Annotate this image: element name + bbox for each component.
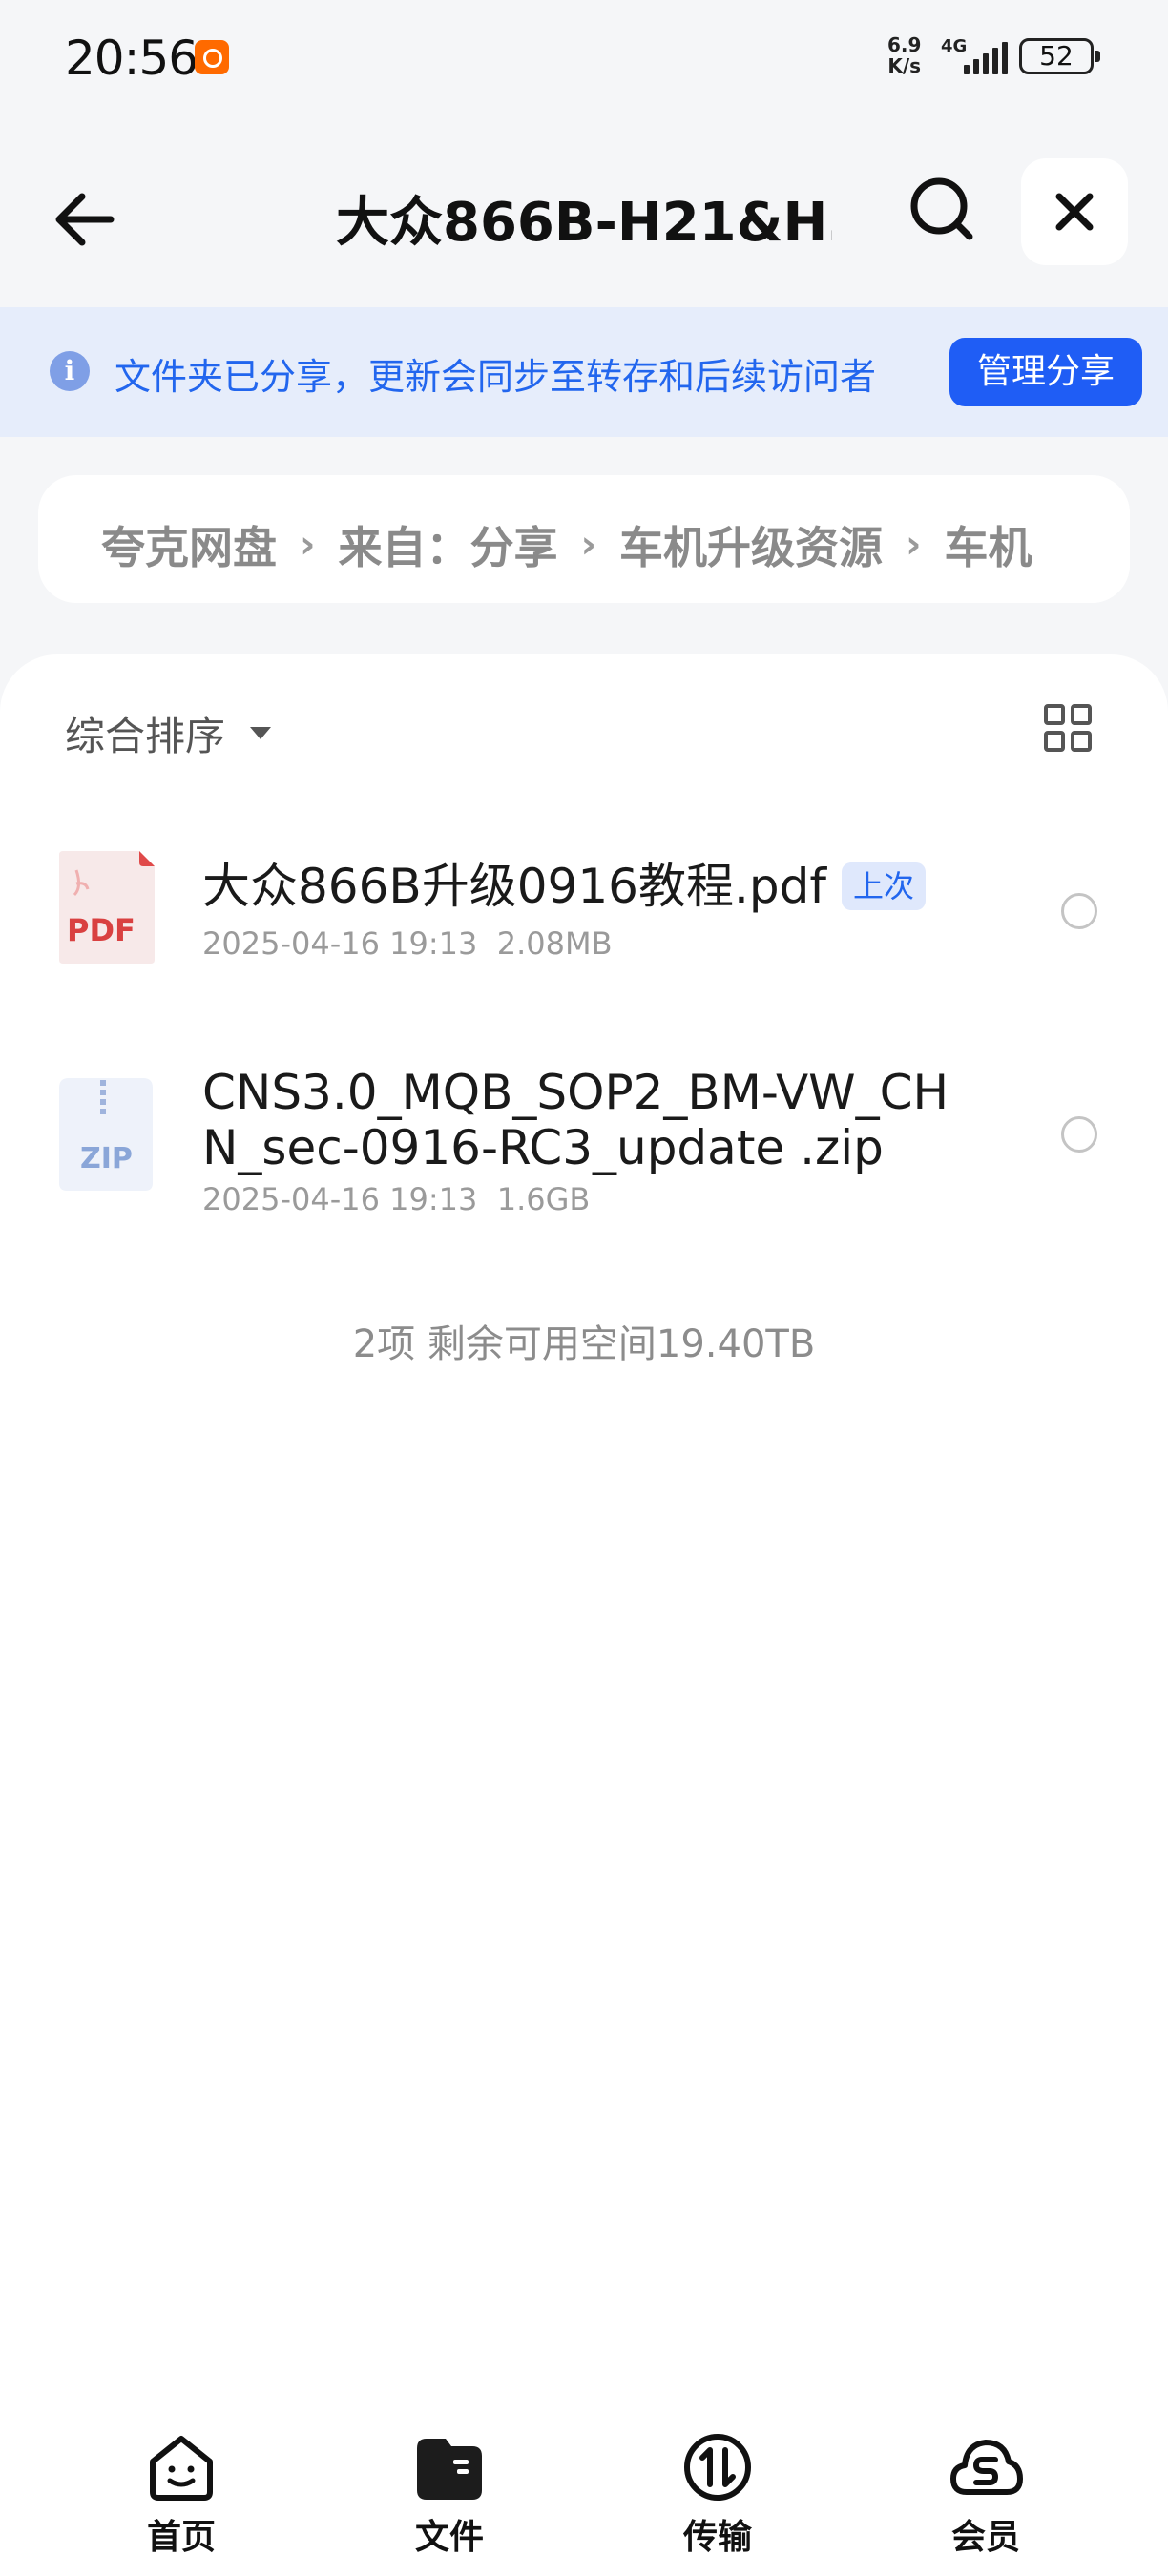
battery-level: 52 (1039, 40, 1074, 72)
file-size: 2.08MB (496, 925, 613, 962)
network-speed-unit: K/s (887, 54, 922, 77)
nav-label-home: 首页 (146, 2518, 216, 2557)
breadcrumb: 夸克网盘 › 来自：分享 › 车机升级资源 › 车机 (38, 475, 1130, 603)
file-name-text: 大众866B升级0916教程.pdf (202, 859, 826, 914)
file-meta: 2025-04-16 19:13 1.6GB (202, 1181, 590, 1217)
manage-share-button[interactable]: 管理分享 (949, 338, 1142, 406)
close-icon (1055, 193, 1094, 231)
share-banner-text: 文件夹已分享，更新会同步至转存和后续访问者 (115, 356, 877, 398)
breadcrumb-item-current[interactable]: 车机 (944, 513, 1032, 576)
search-icon (910, 177, 973, 240)
home-face-icon (150, 2436, 213, 2501)
select-checkbox[interactable] (1061, 893, 1097, 929)
grid-icon (1044, 704, 1065, 725)
sort-label: 综合排序 (65, 713, 226, 759)
app-notification-icon (195, 40, 229, 74)
file-date: 2025-04-16 19:13 (202, 1181, 478, 1217)
file-name: CNS3.0_MQB_SOP2_BM-VW_CH N_sec-0916-RC3_… (202, 1065, 949, 1175)
file-name-line2: N_sec-0916-RC3_update .zip (202, 1120, 884, 1175)
search-button[interactable] (905, 172, 981, 248)
share-banner: i 文件夹已分享，更新会同步至转存和后续访问者 管理分享 (0, 307, 1168, 437)
network-speed-value: 6.9 (887, 33, 922, 56)
nav-item-files[interactable]: 文件 (373, 2429, 526, 2559)
svg-text:ZIP: ZIP (80, 1142, 133, 1175)
signal-icon (964, 40, 1008, 74)
last-opened-badge: 上次 (841, 862, 926, 910)
file-name: 大众866B升级0916教程.pdf 上次 (202, 859, 926, 914)
nav-item-home[interactable]: 首页 (105, 2429, 258, 2559)
caret-down-icon (250, 727, 272, 739)
svg-text:PDF: PDF (67, 912, 136, 948)
file-list-panel: 综合排序 PDF 大众866B升级0916教程.pdf 上次 2025-04-16… (0, 654, 1168, 2576)
breadcrumb-fade (1044, 475, 1130, 603)
close-button[interactable] (1021, 158, 1128, 265)
nav-label-transfer: 传输 (682, 2518, 752, 2557)
back-button[interactable] (50, 181, 126, 258)
folder-icon (417, 2439, 482, 2500)
info-icon: i (50, 351, 90, 391)
breadcrumb-item-root[interactable]: 夸克网盘 (101, 513, 277, 576)
zip-file-icon: ZIP (59, 1078, 153, 1191)
status-time: 20:56 (65, 31, 198, 86)
nav-item-transfer[interactable]: 传输 (641, 2429, 794, 2559)
file-size: 1.6GB (496, 1181, 591, 1217)
network-speed: 6.9 K/s (887, 34, 921, 76)
arrow-left-icon (55, 193, 115, 246)
status-bar: 20:56 6.9 K/s 4G 52 (0, 0, 1168, 114)
nav-label-files: 文件 (414, 2518, 484, 2557)
page-title: 大众866B-H21&H… (336, 192, 832, 254)
cloud-member-icon (950, 2440, 1023, 2495)
header: 大众866B-H21&H… (0, 143, 1168, 277)
breadcrumb-item-share[interactable]: 来自：分享 (338, 513, 557, 576)
battery-icon: 52 (1019, 38, 1100, 74)
sort-dropdown[interactable]: 综合排序 (65, 704, 272, 762)
chevron-right-icon: › (580, 523, 596, 567)
pdf-file-icon: PDF (59, 851, 155, 964)
chevron-right-icon: › (905, 523, 922, 567)
nav-item-member[interactable]: 会员 (909, 2429, 1062, 2559)
file-name-line1: CNS3.0_MQB_SOP2_BM-VW_CH (202, 1065, 949, 1120)
bottom-nav: 首页 文件 传输 会员 (0, 2420, 1168, 2576)
select-checkbox[interactable] (1061, 1116, 1097, 1153)
grid-view-toggle[interactable] (1044, 704, 1092, 752)
chevron-right-icon: › (300, 523, 316, 567)
file-row[interactable]: ZIP CNS3.0_MQB_SOP2_BM-VW_CH N_sec-0916-… (0, 1065, 1168, 1275)
storage-summary: 2项 剩余可用空间19.40TB (352, 1322, 816, 1366)
file-row[interactable]: PDF 大众866B升级0916教程.pdf 上次 2025-04-16 19:1… (0, 849, 1168, 1040)
file-date: 2025-04-16 19:13 (202, 925, 478, 962)
file-meta: 2025-04-16 19:13 2.08MB (202, 925, 613, 962)
nav-label-member: 会员 (950, 2518, 1020, 2557)
breadcrumb-item-resources[interactable]: 车机升级资源 (619, 513, 883, 576)
transfer-icon (684, 2434, 751, 2501)
